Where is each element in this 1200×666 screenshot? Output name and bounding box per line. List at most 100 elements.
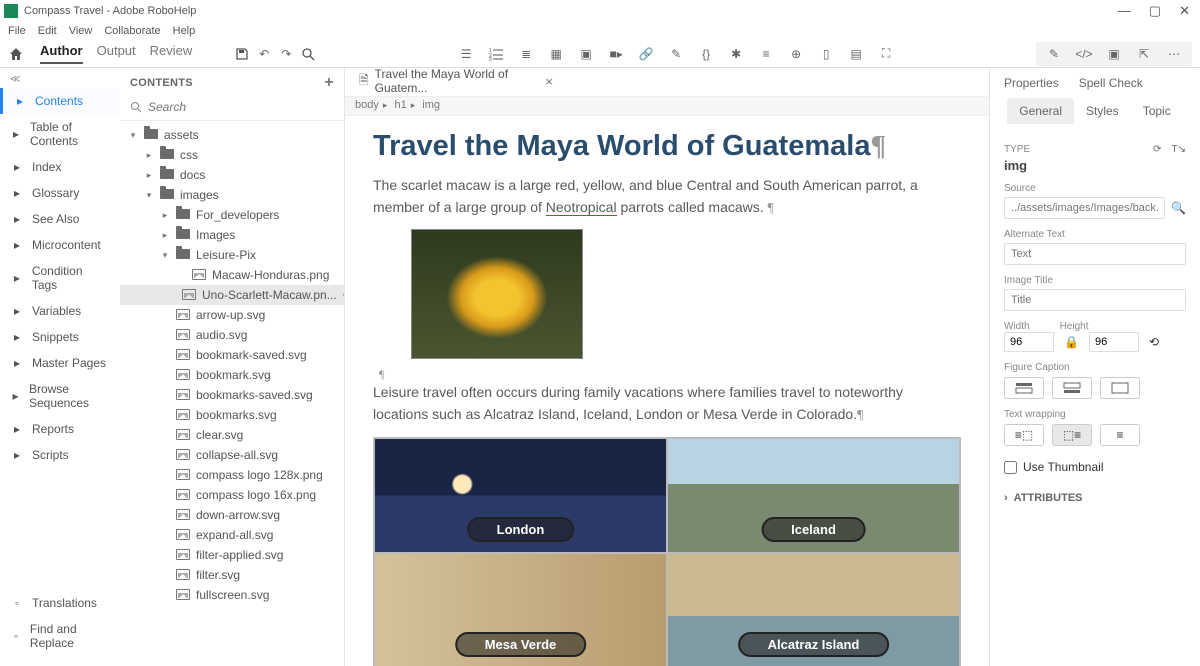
image-title-field[interactable] bbox=[1004, 289, 1186, 311]
rail-item-contents[interactable]: ▸Contents bbox=[0, 88, 120, 114]
tree-item[interactable]: bookmarks.svg bbox=[120, 405, 344, 425]
contents-search-input[interactable] bbox=[148, 100, 334, 114]
tree-item[interactable]: compass logo 16x.png bbox=[120, 485, 344, 505]
video-icon[interactable]: ■▸ bbox=[608, 46, 624, 62]
variable-braces-icon[interactable]: {} bbox=[698, 46, 714, 62]
tree-item[interactable]: bookmarks-saved.svg bbox=[120, 385, 344, 405]
page-heading[interactable]: Travel the Maya World of Guatemala¶ bbox=[373, 130, 961, 163]
reset-size-icon[interactable]: ⟲ bbox=[1149, 335, 1159, 349]
bullet-list-icon[interactable]: ☰ bbox=[458, 46, 474, 62]
rail-item-master-pages[interactable]: ▸Master Pages bbox=[0, 350, 120, 376]
tree-item[interactable]: Uno-Scarlett-Macaw.pn...••• bbox=[120, 285, 344, 305]
tree-item[interactable]: ▸css bbox=[120, 145, 344, 165]
minimize-icon[interactable]: — bbox=[1118, 3, 1131, 19]
indent-list-icon[interactable]: ≣ bbox=[518, 46, 534, 62]
leisure-paragraph[interactable]: Leisure travel often occurs during famil… bbox=[373, 382, 961, 426]
cell-london[interactable]: London bbox=[374, 438, 667, 553]
undo-icon[interactable]: ↶ bbox=[256, 46, 272, 62]
tree-item[interactable]: audio.svg bbox=[120, 325, 344, 345]
menu-collaborate[interactable]: Collaborate bbox=[104, 25, 160, 37]
browse-source-icon[interactable]: 🔍 bbox=[1171, 201, 1186, 215]
spellcheck-heading[interactable]: Spell Check bbox=[1079, 76, 1143, 90]
rail-item-translations[interactable]: ◦Translations bbox=[0, 590, 120, 616]
menu-edit[interactable]: Edit bbox=[38, 25, 57, 37]
tree-item[interactable]: collapse-all.svg bbox=[120, 445, 344, 465]
menu-file[interactable]: File bbox=[8, 25, 26, 37]
more-icon[interactable]: ••• bbox=[343, 290, 344, 301]
rail-item-microcontent[interactable]: ▸Microcontent bbox=[0, 232, 120, 258]
page-icon[interactable]: ▤ bbox=[848, 46, 864, 62]
cell-alcatraz[interactable]: Alcatraz Island bbox=[667, 553, 960, 666]
figcap-top-icon[interactable] bbox=[1004, 377, 1044, 399]
intro-paragraph[interactable]: The scarlet macaw is a large red, yellow… bbox=[373, 175, 961, 219]
tree-item[interactable]: ▾assets bbox=[120, 125, 344, 145]
home-icon[interactable] bbox=[8, 46, 24, 62]
rail-item-index[interactable]: ▸Index bbox=[0, 154, 120, 180]
find-icon[interactable] bbox=[300, 46, 316, 62]
rail-item-condition-tags[interactable]: ▸Condition Tags bbox=[0, 258, 120, 298]
menu-view[interactable]: View bbox=[69, 25, 93, 37]
rail-item-scripts[interactable]: ▸Scripts bbox=[0, 442, 120, 468]
pencil-icon[interactable]: ✎ bbox=[1046, 46, 1062, 62]
macaw-image[interactable] bbox=[411, 229, 583, 359]
alt-text-field[interactable] bbox=[1004, 243, 1186, 265]
mode-author[interactable]: Author bbox=[40, 43, 83, 64]
figcap-bottom-icon[interactable] bbox=[1052, 377, 1092, 399]
tree-item[interactable]: clear.svg bbox=[120, 425, 344, 445]
tree-item[interactable]: filter.svg bbox=[120, 565, 344, 585]
lock-aspect-icon[interactable]: 🔒 bbox=[1064, 335, 1079, 349]
lines-icon[interactable]: ≡ bbox=[758, 46, 774, 62]
tree-item[interactable]: down-arrow.svg bbox=[120, 505, 344, 525]
mode-output[interactable]: Output bbox=[97, 43, 136, 64]
breadcrumb[interactable]: body▸ h1▸ img bbox=[345, 96, 989, 116]
contents-tree[interactable]: ▾assets▸css▸docs▾images▸For_developers▸I… bbox=[120, 121, 344, 666]
tree-item[interactable]: compass logo 128x.png bbox=[120, 465, 344, 485]
wrap-right-icon[interactable]: ≡ bbox=[1100, 424, 1140, 446]
preview-icon[interactable]: ▣ bbox=[1106, 46, 1122, 62]
tree-item[interactable]: expand-all.svg bbox=[120, 525, 344, 545]
maximize-icon[interactable]: ▢ bbox=[1149, 3, 1161, 19]
crumb-body[interactable]: body bbox=[355, 99, 379, 111]
numbered-list-icon[interactable]: 123 bbox=[488, 46, 504, 62]
tree-item[interactable]: bookmark.svg bbox=[120, 365, 344, 385]
rail-item-table-of-contents[interactable]: ▸Table of Contents bbox=[0, 114, 120, 154]
source-field[interactable] bbox=[1004, 197, 1165, 219]
rail-item-see-also[interactable]: ▸See Also bbox=[0, 206, 120, 232]
use-thumbnail-checkbox[interactable]: Use Thumbnail bbox=[1004, 460, 1186, 474]
menu-help[interactable]: Help bbox=[173, 25, 196, 37]
tree-item[interactable]: bookmark-saved.svg bbox=[120, 345, 344, 365]
figcap-none-icon[interactable] bbox=[1100, 377, 1140, 399]
collapse-rail-icon[interactable]: ≪ bbox=[0, 74, 120, 88]
crumb-h1[interactable]: h1 bbox=[394, 99, 406, 111]
tree-item[interactable]: ▸Images bbox=[120, 225, 344, 245]
crumb-img[interactable]: img bbox=[422, 99, 440, 111]
width-field[interactable] bbox=[1004, 332, 1054, 352]
code-icon[interactable]: </> bbox=[1076, 46, 1092, 62]
close-icon[interactable]: ✕ bbox=[1179, 3, 1190, 19]
refresh-icon[interactable]: ⟳ bbox=[1153, 144, 1161, 155]
add-content-icon[interactable]: + bbox=[324, 74, 334, 92]
tab-general[interactable]: General bbox=[1007, 98, 1074, 124]
crop-icon[interactable]: ⛶ bbox=[878, 46, 894, 62]
tab-styles[interactable]: Styles bbox=[1074, 98, 1131, 124]
height-field[interactable] bbox=[1089, 332, 1139, 352]
wrap-center-icon[interactable]: ⬚≡ bbox=[1052, 424, 1092, 446]
neotropical-link[interactable]: Neotropical bbox=[546, 199, 617, 216]
tree-item[interactable]: arrow-up.svg bbox=[120, 305, 344, 325]
attributes-section[interactable]: › ATTRIBUTES bbox=[1004, 492, 1186, 504]
redo-icon[interactable]: ↷ bbox=[278, 46, 294, 62]
breadcrumb-icon[interactable]: ▯ bbox=[818, 46, 834, 62]
brush-icon[interactable]: ✎ bbox=[668, 46, 684, 62]
use-thumbnail-input[interactable] bbox=[1004, 461, 1017, 474]
tree-item[interactable]: ▾images bbox=[120, 185, 344, 205]
tree-item[interactable]: Macaw-Honduras.png bbox=[120, 265, 344, 285]
document-body[interactable]: Travel the Maya World of Guatemala¶ The … bbox=[345, 116, 989, 666]
tab-close-icon[interactable]: × bbox=[545, 74, 553, 89]
properties-heading[interactable]: Properties bbox=[1004, 76, 1059, 90]
table-icon[interactable]: ▦ bbox=[548, 46, 564, 62]
tree-item[interactable]: filter-applied.svg bbox=[120, 545, 344, 565]
rail-item-find-and-replace[interactable]: ◦Find and Replace bbox=[0, 616, 120, 656]
tab-topic[interactable]: Topic bbox=[1131, 98, 1183, 124]
tree-item[interactable]: ▾Leisure-Pix bbox=[120, 245, 344, 265]
cell-mesa[interactable]: Mesa Verde bbox=[374, 553, 667, 666]
